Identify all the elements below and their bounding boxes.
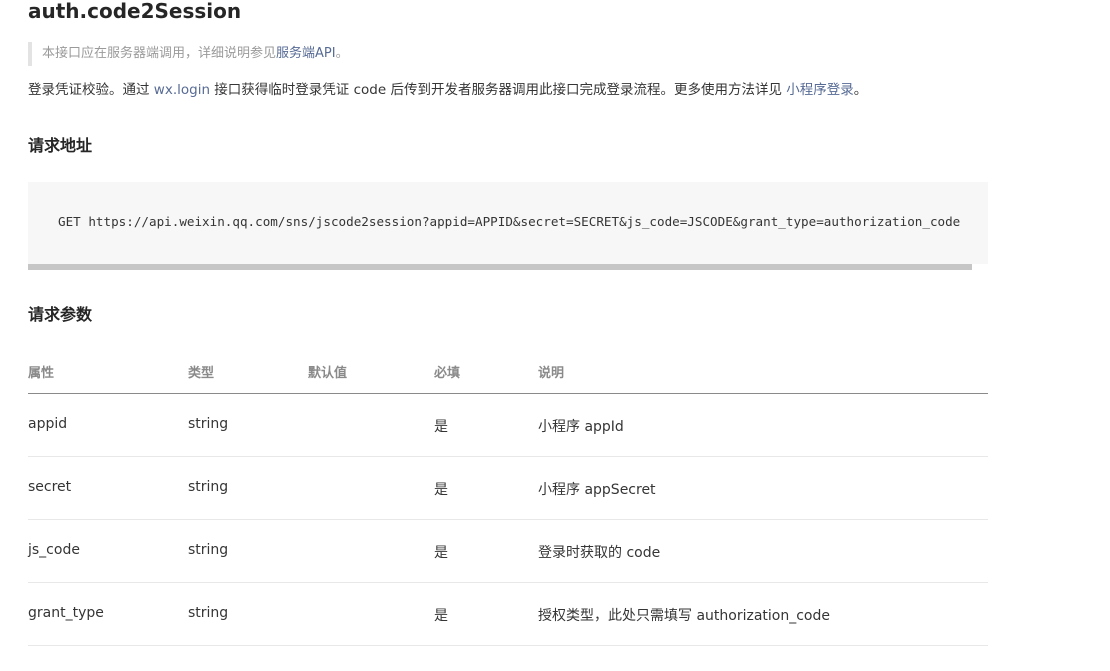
cell-desc: 授权类型，此处只需填写 authorization_code — [538, 608, 830, 624]
cell-name: grant_type — [28, 605, 104, 621]
desc-part1: 登录凭证校验。通过 — [28, 82, 154, 98]
cell-required: 是 — [434, 419, 448, 435]
cell-desc: 小程序 appId — [538, 419, 624, 435]
server-api-link[interactable]: 服务端API — [276, 46, 336, 61]
doc-page: auth.code2Session 本接口应在服务器端调用，详细说明参见服务端A… — [0, 0, 1110, 671]
request-url-code-block: GET https://api.weixin.qq.com/sns/jscode… — [28, 182, 988, 264]
cell-desc: 小程序 appSecret — [538, 482, 656, 498]
note-text: 本接口应在服务器端调用，详细说明参见 — [42, 46, 277, 61]
col-header-attr: 属性 — [28, 366, 55, 381]
cell-name: js_code — [28, 542, 80, 558]
cell-desc: 登录时获取的 code — [538, 545, 661, 561]
col-header-default: 默认值 — [308, 366, 348, 381]
cell-type: string — [188, 605, 229, 621]
cell-required: 是 — [434, 608, 448, 624]
params-table: 属性 类型 默认值 必填 说明 appid string 是 小程序 appId… — [28, 348, 988, 646]
note-suffix: 。 — [335, 46, 349, 61]
wx-login-link[interactable]: wx.login — [154, 82, 210, 98]
request-params-heading: 请求参数 — [28, 305, 93, 324]
cell-type: string — [188, 542, 229, 558]
request-url-code: GET https://api.weixin.qq.com/sns/jscode… — [58, 214, 961, 229]
table-row: appid string 是 小程序 appId — [28, 394, 988, 457]
table-row: js_code string 是 登录时获取的 code — [28, 520, 988, 583]
api-description: 登录凭证校验。通过 wx.login 接口获得临时登录凭证 code 后传到开发… — [28, 79, 867, 101]
cell-required: 是 — [434, 482, 448, 498]
code-horizontal-scrollbar[interactable] — [28, 264, 972, 270]
table-row: grant_type string 是 授权类型，此处只需填写 authoriz… — [28, 583, 988, 646]
cell-type: string — [188, 416, 229, 432]
server-side-note: 本接口应在服务器端调用，详细说明参见服务端API。 — [28, 42, 349, 66]
params-table-header: 属性 类型 默认值 必填 说明 — [28, 348, 988, 394]
cell-type: string — [188, 479, 229, 495]
table-row: secret string 是 小程序 appSecret — [28, 457, 988, 520]
page-title: auth.code2Session — [28, 0, 242, 23]
mini-program-login-link[interactable]: 小程序登录 — [786, 82, 854, 98]
cell-name: secret — [28, 479, 72, 495]
cell-name: appid — [28, 416, 68, 432]
desc-part2: 接口获得临时登录凭证 code 后传到开发者服务器调用此接口完成登录流程。更多使… — [210, 82, 787, 98]
col-header-desc: 说明 — [538, 366, 565, 381]
cell-required: 是 — [434, 545, 448, 561]
request-url-heading: 请求地址 — [28, 136, 93, 155]
col-header-required: 必填 — [434, 366, 461, 381]
col-header-type: 类型 — [188, 366, 215, 381]
desc-part3: 。 — [853, 82, 868, 98]
